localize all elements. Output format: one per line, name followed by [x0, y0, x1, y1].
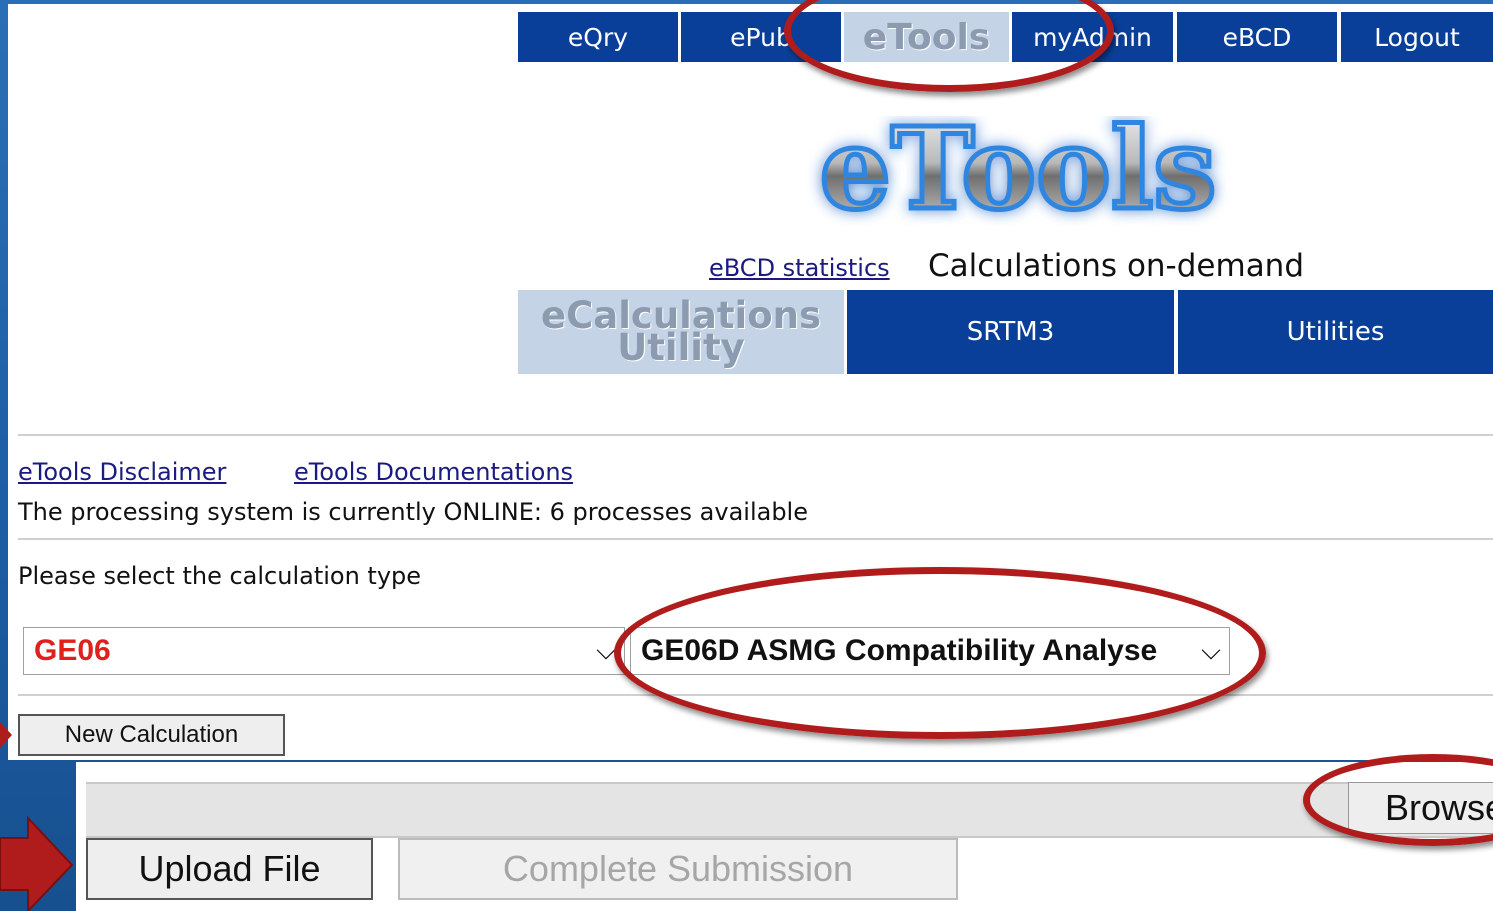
- divider: [18, 434, 1493, 436]
- calc-type-prompt: Please select the calculation type: [18, 562, 422, 590]
- nav-tab-eqry[interactable]: eQry: [518, 12, 678, 62]
- upload-file-button[interactable]: Upload File: [86, 838, 373, 900]
- annotation-ellipse-subtype: [614, 567, 1266, 739]
- calc-type-value: GE06: [34, 634, 111, 667]
- new-calculation-button[interactable]: New Calculation: [18, 714, 285, 756]
- complete-submission-button[interactable]: Complete Submission: [398, 838, 958, 900]
- subtab-utilities[interactable]: Utilities: [1178, 290, 1493, 374]
- divider: [18, 538, 1493, 540]
- file-path-field[interactable]: [86, 782, 1493, 838]
- system-status-text: The processing system is currently ONLIN…: [18, 498, 808, 526]
- etools-disclaimer-link[interactable]: eTools Disclaimer: [18, 458, 226, 486]
- red-arrow-tip-icon: [0, 722, 12, 748]
- page-heading: Calculations on-demand: [928, 248, 1305, 284]
- etools-logo: eTools: [817, 116, 1219, 226]
- subtab-ecalc-line2: Utility: [617, 326, 745, 369]
- svg-text:eTools: eTools: [820, 116, 1217, 226]
- nav-tab-ebcd[interactable]: eBCD: [1177, 12, 1337, 62]
- calc-type-select[interactable]: GE06 ⌵: [23, 627, 625, 675]
- ebcd-statistics-link[interactable]: eBCD statistics: [709, 254, 890, 282]
- upload-panel: Browse Upload File Complete Submission: [76, 762, 1493, 911]
- subtab-ecalculations-utility[interactable]: eCalculations Utility: [518, 290, 844, 374]
- red-arrow-icon: [0, 815, 74, 911]
- nav-tab-logout[interactable]: Logout: [1341, 12, 1493, 62]
- subtab-srtm3[interactable]: SRTM3: [847, 290, 1174, 374]
- etools-documentations-link[interactable]: eTools Documentations: [294, 458, 573, 486]
